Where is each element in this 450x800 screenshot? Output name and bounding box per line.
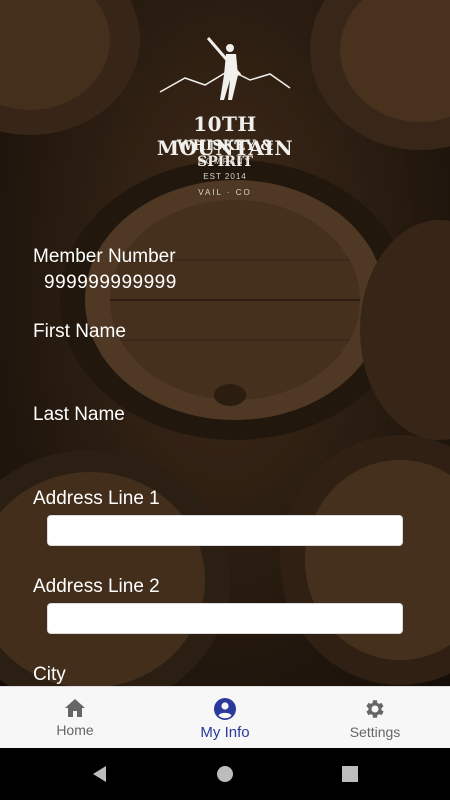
android-nav-bar (0, 748, 450, 800)
address-line1-input[interactable] (47, 515, 403, 546)
logo-location: VAIL · CO (198, 188, 252, 197)
city-label: City (33, 664, 66, 685)
account-circle-icon (214, 698, 236, 720)
address-line2-label: Address Line 2 (33, 576, 160, 597)
first-name-label: First Name (33, 321, 126, 342)
last-name-label: Last Name (33, 404, 125, 425)
tab-home-label: Home (56, 722, 94, 738)
logo-established: EST 2014 (203, 172, 247, 181)
skier-icon (159, 37, 291, 100)
gear-icon (366, 700, 384, 718)
tab-home[interactable]: Home (0, 687, 150, 749)
address-line1-label: Address Line 1 (33, 488, 160, 509)
back-icon[interactable] (90, 764, 110, 784)
member-number-value: 999999999999 (44, 272, 177, 293)
address-line2-input[interactable] (47, 603, 403, 634)
brand-logo: 10TH MOUNTAIN WHISKEY & SPIRIT COMPANY E… (150, 30, 300, 205)
tab-settings[interactable]: Settings (300, 687, 450, 749)
tab-settings-label: Settings (349, 724, 401, 740)
bottom-tab-bar: Home My Info Settings (0, 686, 450, 749)
recents-icon[interactable] (340, 764, 360, 784)
tab-my-info[interactable]: My Info (150, 687, 300, 749)
logo-company: COMPANY (198, 157, 252, 166)
tab-my-info-label: My Info (200, 724, 250, 741)
home-icon (65, 699, 85, 717)
home-circle-icon[interactable] (215, 764, 235, 784)
member-number-label: Member Number (33, 246, 176, 267)
